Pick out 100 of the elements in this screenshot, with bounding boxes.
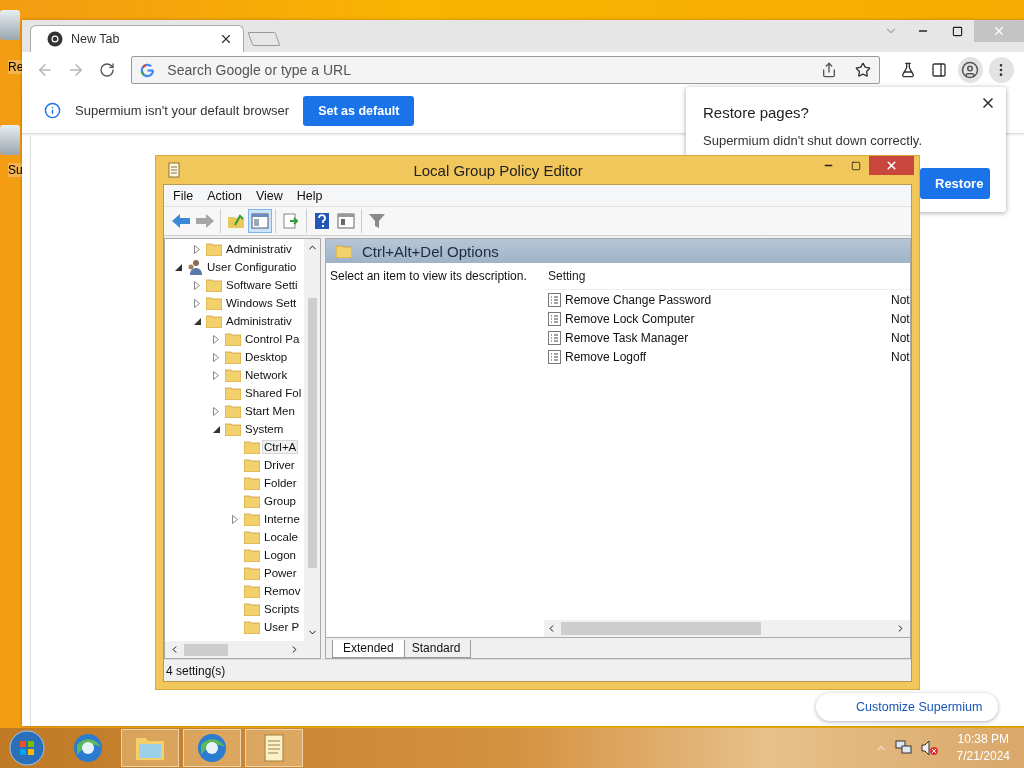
expanded-arrow-icon[interactable]: [193, 317, 201, 325]
side-panel-icon[interactable]: [931, 62, 948, 78]
horizontal-scrollbar[interactable]: [544, 620, 910, 637]
scroll-icon: [167, 162, 181, 178]
folder-icon: [244, 620, 260, 634]
tree-item[interactable]: Shared Fol: [243, 386, 304, 400]
close-icon: [992, 24, 1006, 38]
folder-icon: [225, 422, 241, 436]
folder-icon: [206, 296, 222, 310]
folder-icon: [225, 404, 241, 418]
menu-item[interactable]: Action: [200, 188, 249, 203]
tree-item[interactable]: Software Setti: [224, 278, 300, 292]
tree-item[interactable]: Logon: [262, 548, 298, 562]
taskbar-button[interactable]: [183, 729, 241, 767]
tree-item[interactable]: Desktop: [243, 350, 290, 364]
folder-icon: [225, 386, 241, 400]
tree-item[interactable]: Folder: [262, 476, 299, 490]
info-icon: [44, 102, 61, 119]
dialog-message: Supermium didn't shut down correctly.: [703, 133, 922, 148]
tree-item[interactable]: Administrativ: [224, 242, 294, 256]
horizontal-scrollbar[interactable]: [165, 641, 320, 658]
column-header[interactable]: Setting: [544, 263, 910, 290]
customize-button[interactable]: Customize Supermium: [816, 693, 999, 721]
setting-name[interactable]: Remove Lock Computer: [565, 311, 891, 326]
tree-item[interactable]: Windows Sett: [224, 296, 299, 310]
menu-item[interactable]: File: [166, 188, 201, 203]
folder-icon: [206, 278, 222, 292]
collapsed-arrow-icon[interactable]: [213, 406, 219, 416]
address-bar[interactable]: Search Google or type a URL: [131, 56, 880, 84]
tree-item[interactable]: User P: [262, 620, 302, 634]
menu-item[interactable]: Help: [289, 188, 330, 203]
tree-item[interactable]: Administrativ: [224, 314, 294, 328]
set-default-button[interactable]: Set as default: [303, 95, 415, 126]
collapsed-arrow-icon[interactable]: [213, 334, 219, 344]
desktop-icon[interactable]: [0, 10, 20, 40]
tree-item[interactable]: User Configuratio: [205, 260, 299, 274]
setting-name[interactable]: Remove Task Manager: [565, 330, 891, 345]
share-icon[interactable]: [820, 62, 837, 78]
tab-title: New Tab: [71, 32, 121, 46]
profile-icon[interactable]: [961, 61, 980, 79]
tree-item[interactable]: System: [243, 422, 286, 436]
bookmark-star-icon[interactable]: [854, 62, 871, 78]
notepad-icon[interactable]: [262, 733, 286, 763]
tree-item[interactable]: Remov: [262, 584, 303, 598]
taskbar-button[interactable]: [245, 729, 303, 767]
tree-item[interactable]: Network: [243, 368, 290, 382]
desktop-icon[interactable]: [0, 125, 20, 155]
setting-name[interactable]: Remove Logoff: [565, 349, 891, 364]
new-tab-button[interactable]: [247, 32, 281, 46]
menu-item[interactable]: View: [248, 188, 290, 203]
folder-icon: [225, 332, 241, 346]
tree-item[interactable]: Ctrl+A: [262, 440, 299, 454]
setting-name[interactable]: Remove Change Password: [565, 292, 891, 307]
setting-state: Not: [891, 349, 910, 364]
infobar-message: Supermium isn't your default browser: [75, 103, 290, 118]
toolbar-button[interactable]: [248, 209, 272, 233]
tree-item[interactable]: Locale: [262, 530, 300, 544]
folder-icon: [336, 244, 352, 258]
close-icon[interactable]: [980, 95, 996, 111]
restore-button[interactable]: Restore: [920, 168, 990, 199]
folder-icon: [206, 314, 222, 328]
folder-icon: [244, 548, 260, 562]
collapsed-arrow-icon[interactable]: [232, 514, 238, 524]
search-input[interactable]: Search Google or type a URL: [165, 61, 811, 79]
collapsed-arrow-icon[interactable]: [213, 352, 219, 362]
export-list-icon: [282, 213, 300, 229]
folder-icon: [244, 602, 260, 616]
close-icon[interactable]: [219, 32, 233, 46]
collapsed-arrow-icon[interactable]: [194, 280, 200, 290]
vertical-scrollbar[interactable]: [304, 239, 320, 641]
network-icon[interactable]: [894, 740, 913, 756]
tree-item[interactable]: Group: [262, 494, 298, 508]
globe-icon[interactable]: [197, 733, 227, 763]
reload-icon: [98, 62, 115, 78]
tree-item[interactable]: Power: [262, 566, 299, 580]
folder-icon: [244, 512, 260, 526]
start-button[interactable]: [9, 730, 45, 766]
tree-item[interactable]: Driver: [262, 458, 297, 472]
flask-icon[interactable]: [900, 62, 917, 78]
users-icon: [187, 259, 203, 275]
tree-item[interactable]: Start Men: [243, 404, 297, 418]
view-tab[interactable]: Extended: [332, 640, 405, 658]
expanded-arrow-icon[interactable]: [212, 425, 220, 433]
help-icon: [314, 212, 330, 230]
muted-speaker-icon[interactable]: [920, 740, 939, 756]
close-button[interactable]: [869, 156, 914, 175]
tree-item[interactable]: Control Pa: [243, 332, 302, 346]
browser-tab[interactable]: New Tab: [30, 25, 244, 52]
tree-item[interactable]: Scripts: [262, 602, 302, 616]
policy-setting-icon: [548, 292, 561, 307]
collapsed-arrow-icon[interactable]: [194, 298, 200, 308]
window-title: Local Group Policy Editor: [412, 161, 584, 179]
folder-up-icon: [227, 213, 245, 229]
expanded-arrow-icon[interactable]: [174, 263, 182, 271]
collapsed-arrow-icon[interactable]: [194, 244, 200, 254]
tree-item[interactable]: Interne: [262, 512, 302, 526]
globe-icon[interactable]: [73, 733, 103, 763]
collapsed-arrow-icon[interactable]: [213, 370, 219, 380]
maximize-icon[interactable]: [951, 25, 963, 37]
dialog-title: Restore pages?: [703, 104, 809, 121]
